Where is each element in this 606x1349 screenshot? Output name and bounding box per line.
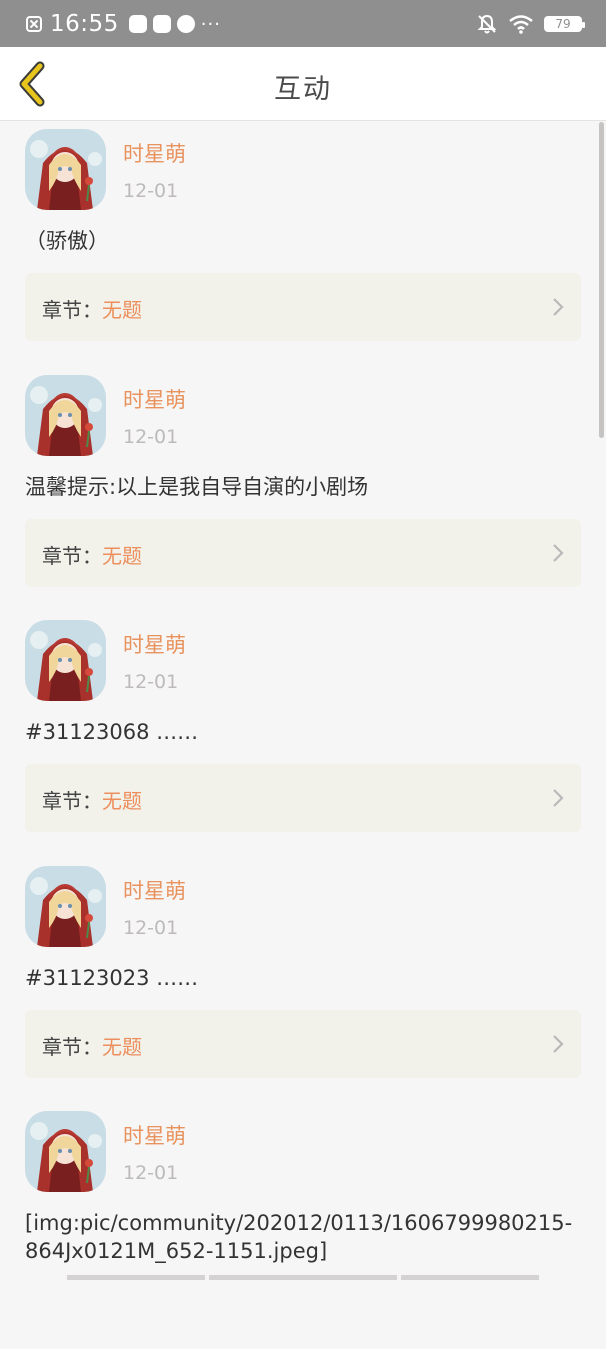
avatar[interactable] — [25, 865, 106, 947]
comment-item: 时星萌 12-01 温馨提示:以上是我自导自演的小剧场 章节：无题 — [0, 367, 606, 613]
comment-date: 12-01 — [123, 1162, 179, 1184]
wifi-icon — [509, 15, 533, 34]
chapter-prefix: 章节： — [42, 298, 102, 322]
comment-date: 12-01 — [123, 671, 179, 693]
comment-content[interactable]: （骄傲） — [25, 227, 585, 255]
avatar-image — [25, 1111, 106, 1192]
user-name[interactable]: 时星萌 — [123, 138, 186, 168]
chevron-right-icon — [553, 789, 564, 807]
comment-date: 12-01 — [123, 425, 179, 448]
chevron-right-icon — [553, 543, 564, 562]
bell-muted-icon — [477, 14, 497, 34]
chapter-label: 章节：无题 — [42, 785, 142, 814]
comment-content[interactable]: #31123023 …… — [25, 964, 585, 992]
avatar[interactable] — [25, 374, 106, 456]
app-header: 互动 — [0, 47, 606, 121]
chevron-right-icon — [553, 298, 564, 316]
chapter-name: 无题 — [102, 789, 142, 813]
chapter-name: 无题 — [102, 543, 142, 568]
user-name[interactable]: 时星萌 — [123, 629, 186, 659]
comment-content[interactable]: 温馨提示:以上是我自导自演的小剧场 — [25, 473, 585, 501]
avatar-image — [25, 620, 106, 701]
avatar[interactable] — [25, 1111, 106, 1192]
chapter-name: 无题 — [102, 1034, 142, 1059]
comment-item: 时星萌 12-01 #31123068 …… 章节：无题 — [0, 612, 606, 858]
avatar-image — [25, 865, 106, 947]
chapter-name: 无题 — [102, 298, 142, 322]
comment-item: 时星萌 12-01 #31123023 …… 章节：无题 — [0, 858, 606, 1104]
avatar[interactable] — [25, 620, 106, 701]
status-bar: 16:55 ··· 79 — [0, 0, 606, 47]
chapter-link[interactable]: 章节：无题 — [25, 764, 581, 832]
user-name[interactable]: 时星萌 — [123, 384, 186, 414]
user-name[interactable]: 时星萌 — [123, 1120, 186, 1150]
chapter-label: 章节：无题 — [42, 1031, 142, 1060]
comment-list: 时星萌 12-01 （骄傲） 章节：无题 时星萌 12-01 温馨提示:以上是我… — [0, 121, 606, 1349]
chevron-right-icon — [553, 1034, 564, 1053]
chapter-prefix: 章节： — [42, 543, 102, 568]
chapter-link[interactable]: 章节：无题 — [25, 518, 581, 587]
avatar-image — [25, 129, 106, 210]
mail-app-icon — [152, 15, 171, 33]
battery-icon: 79 — [544, 16, 585, 32]
comment-date: 12-01 — [123, 916, 179, 939]
video-app-icon — [128, 15, 147, 33]
bottom-edge — [67, 1275, 539, 1280]
browser-app-icon — [176, 15, 195, 33]
comment-content[interactable]: #31123068 …… — [25, 718, 585, 746]
close-notification-icon — [26, 16, 42, 32]
chapter-prefix: 章节： — [42, 789, 102, 813]
avatar[interactable] — [25, 129, 106, 210]
more-dots-icon: ··· — [200, 13, 221, 35]
status-time: 16:55 — [50, 11, 119, 37]
chapter-link[interactable]: 章节：无题 — [25, 1009, 581, 1078]
chapter-prefix: 章节： — [42, 1034, 102, 1059]
chapter-link[interactable]: 章节：无题 — [25, 273, 581, 341]
page-title: 互动 — [274, 74, 332, 105]
chapter-label: 章节：无题 — [42, 294, 142, 323]
avatar-image — [25, 374, 106, 456]
comment-content[interactable]: [img:pic/community/202012/0113/160679998… — [25, 1209, 585, 1265]
chapter-label: 章节：无题 — [42, 540, 142, 569]
comment-date: 12-01 — [123, 180, 179, 202]
comment-item: 时星萌 12-01 （骄傲） 章节：无题 — [0, 121, 606, 367]
user-name[interactable]: 时星萌 — [123, 875, 186, 905]
comment-item: 时星萌 12-01 [img:pic/community/202012/0113… — [0, 1103, 606, 1349]
